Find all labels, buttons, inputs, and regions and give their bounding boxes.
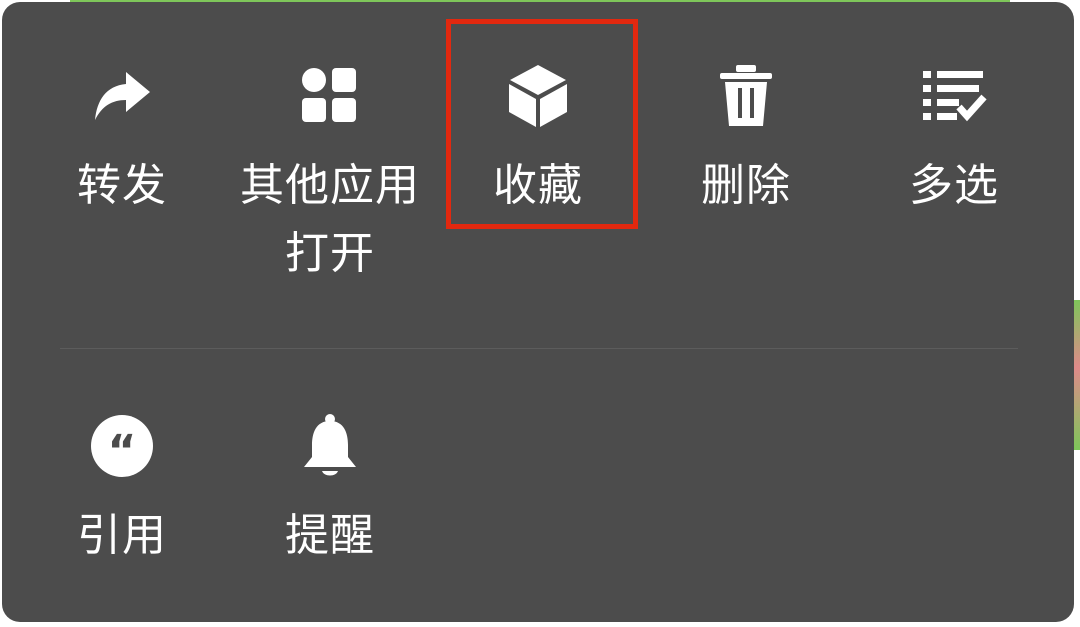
- menu-item-label: 删除: [701, 160, 791, 211]
- menu-item-multi-select[interactable]: 多选: [854, 60, 1054, 220]
- menu-item-forward[interactable]: 转发: [22, 60, 222, 220]
- trash-icon: [710, 60, 782, 132]
- menu-item-favorite[interactable]: 收藏: [438, 60, 638, 220]
- svg-text:“: “: [108, 426, 137, 477]
- context-menu: 转发 其他应用打开 收藏 删除 多选 “ 引用 提醒: [2, 2, 1074, 622]
- menu-item-delete[interactable]: 删除: [646, 60, 846, 220]
- menu-item-label: 引用: [77, 510, 167, 561]
- background-edge-right: [1074, 300, 1080, 450]
- cube-icon: [502, 60, 574, 132]
- checklist-icon: [918, 60, 990, 132]
- menu-divider: [60, 348, 1018, 349]
- share-arrow-icon: [86, 60, 158, 132]
- menu-item-label: 转发: [77, 160, 167, 211]
- menu-item-open-with-other-app[interactable]: 其他应用打开: [230, 60, 430, 288]
- menu-item-label: 其他应用打开: [240, 160, 420, 279]
- bell-icon: [294, 410, 366, 482]
- menu-item-label: 收藏: [493, 160, 583, 211]
- menu-item-label: 提醒: [285, 510, 375, 561]
- menu-item-label: 多选: [909, 160, 999, 211]
- quote-icon: “: [86, 410, 158, 482]
- apps-grid-icon: [294, 60, 366, 132]
- menu-item-quote[interactable]: “ 引用: [22, 410, 222, 570]
- menu-item-remind[interactable]: 提醒: [230, 410, 430, 570]
